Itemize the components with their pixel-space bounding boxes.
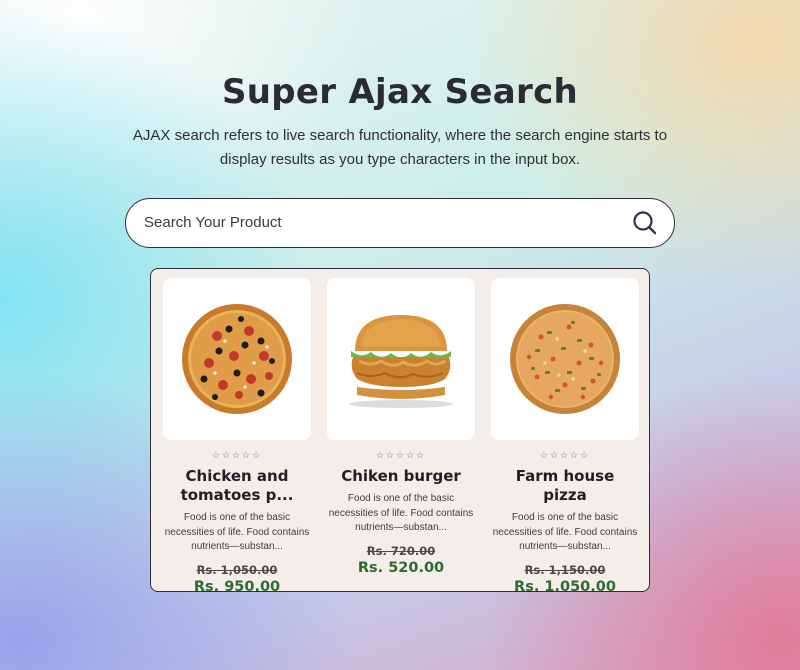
product-image-farmhouse-pizza[interactable]	[491, 278, 639, 440]
product-card[interactable]: ☆☆☆☆☆ Chicken and tomatoes p... Food is …	[163, 278, 311, 591]
product-image-pizza[interactable]	[163, 278, 311, 440]
rating-stars: ☆☆☆☆☆	[375, 451, 427, 461]
product-image-burger[interactable]	[327, 278, 475, 440]
search-results-panel: ☆☆☆☆☆ Chicken and tomatoes p... Food is …	[150, 268, 650, 592]
product-old-price: Rs. 1,150.00	[524, 562, 606, 577]
rating-stars: ☆☆☆☆☆	[211, 451, 263, 461]
product-old-price: Rs. 1,050.00	[196, 562, 278, 577]
page-subtitle: AJAX search refers to live search functi…	[132, 127, 668, 168]
product-name[interactable]: Chiken burger	[331, 467, 471, 486]
search-icon[interactable]	[632, 210, 658, 236]
search-input[interactable]	[144, 199, 614, 246]
product-description: Food is one of the basic necessities of …	[328, 493, 474, 533]
product-card[interactable]: ☆☆☆☆☆ Farm house pizza Food is one of th…	[491, 278, 639, 591]
product-price: Rs. 950.00	[193, 578, 281, 592]
product-name[interactable]: Farm house pizza	[495, 467, 635, 505]
chicken-burger-image	[349, 315, 453, 408]
product-price: Rs. 1,050.00	[514, 578, 616, 592]
product-price: Rs. 520.00	[357, 559, 445, 576]
search-bar	[125, 198, 675, 248]
product-card[interactable]: ☆☆☆☆☆ Chiken burger Food is one of the b…	[327, 278, 475, 588]
rating-stars: ☆☆☆☆☆	[539, 451, 591, 461]
product-name[interactable]: Chicken and tomatoes p...	[167, 467, 307, 505]
product-description: Food is one of the basic necessities of …	[164, 512, 310, 552]
farmhouse-pizza-image	[510, 304, 620, 414]
page-title: Super Ajax Search	[221, 72, 579, 112]
product-old-price: Rs. 720.00	[366, 543, 436, 558]
product-description: Food is one of the basic necessities of …	[492, 512, 638, 552]
pizza-olives-image	[182, 304, 292, 414]
